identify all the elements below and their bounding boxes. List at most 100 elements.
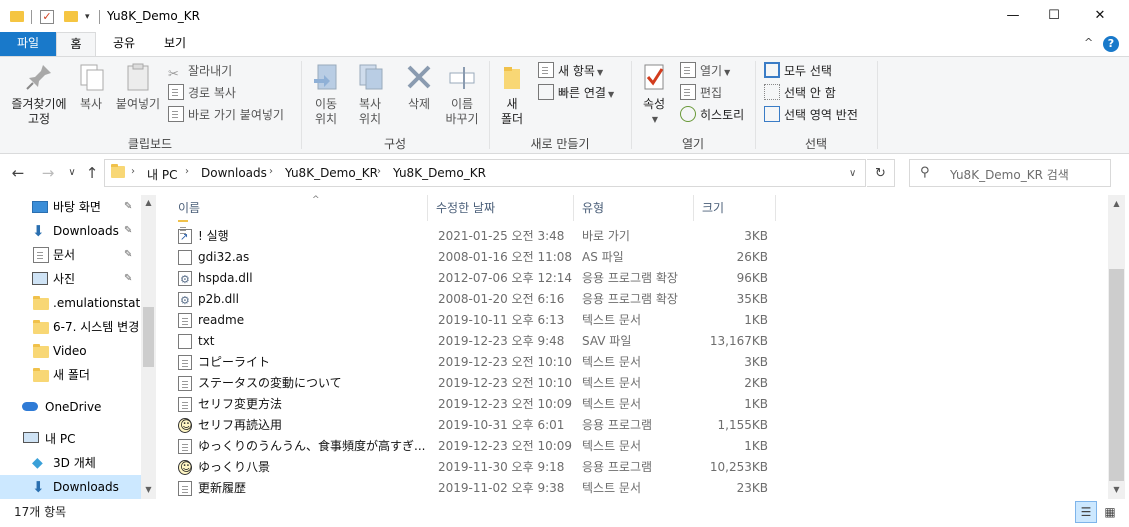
- close-button[interactable]: ✕: [1077, 0, 1123, 32]
- table-row[interactable]: セリフ変更方法 2019-12-23 오전 10:09 텍스트 문서 1KB: [172, 394, 772, 415]
- breadcrumb-item[interactable]: 내 PC: [147, 166, 177, 183]
- table-row[interactable]: hspda.dll 2012-07-06 오후 12:14 응용 프로그램 확장…: [172, 268, 772, 290]
- back-button[interactable]: ←: [8, 164, 28, 182]
- cut-button[interactable]: ✂ 잘라내기: [168, 61, 232, 82]
- scroll-down-icon[interactable]: ▼: [140, 485, 156, 494]
- table-row[interactable]: コピーライト 2019-12-23 오전 10:10 텍스트 문서 3KB: [172, 352, 772, 373]
- table-row[interactable]: readme 2019-10-11 오후 6:13 텍스트 문서 1KB: [172, 310, 772, 331]
- file-date: 2021-01-25 오전 3:48: [438, 229, 565, 243]
- table-row[interactable]: ! 실행 2021-01-25 오전 3:48 바로 가기 3KB: [172, 226, 772, 247]
- rename-button[interactable]: 이름 바꾸기: [442, 61, 482, 127]
- table-row[interactable]: ステータスの変動について 2019-12-23 오전 10:10 텍스트 문서 …: [172, 373, 772, 394]
- large-icons-view-button[interactable]: ▦: [1099, 501, 1121, 523]
- table-row[interactable]: gdi32.as 2008-01-16 오전 11:08 AS 파일 26KB: [172, 247, 772, 268]
- sidebar-item-this-pc[interactable]: 내 PC: [0, 427, 141, 451]
- folder-icon: [33, 320, 49, 334]
- file-list-scroll-thumb[interactable]: [1109, 269, 1124, 481]
- select-none-button[interactable]: 선택 안 함: [764, 83, 836, 103]
- new-folder-button[interactable]: 새 폴더: [494, 61, 530, 127]
- tab-view[interactable]: 보기: [152, 32, 198, 56]
- copy-button[interactable]: 복사: [74, 61, 108, 112]
- scroll-down-icon[interactable]: ▼: [1108, 485, 1125, 494]
- table-row[interactable]: 更新履歴 2019-11-02 오후 9:38 텍스트 문서 23KB: [172, 478, 772, 499]
- paste-shortcut-button[interactable]: 바로 가기 붙여넣기: [168, 105, 284, 125]
- breadcrumb-item[interactable]: Downloads: [201, 166, 267, 180]
- table-row[interactable]: セリフ再読込用 2019-10-31 오후 6:01 응용 프로그램 1,155…: [172, 415, 772, 436]
- sidebar-item-3d-objects[interactable]: ◆ 3D 개체: [0, 451, 141, 475]
- edit-button[interactable]: 편집: [680, 83, 722, 103]
- details-view-button[interactable]: ☰: [1075, 501, 1097, 523]
- sidebar-item-downloads-pc[interactable]: ⬇ Downloads: [0, 475, 141, 499]
- sidebar-item-onedrive[interactable]: OneDrive: [0, 395, 141, 419]
- select-all-button[interactable]: 모두 선택: [764, 61, 832, 81]
- paste-button[interactable]: 붙여넣기: [112, 61, 164, 112]
- column-header-type[interactable]: 유형: [576, 195, 694, 221]
- sidebar-scrollbar[interactable]: ▲ ▼: [141, 195, 156, 499]
- copy-path-button[interactable]: 경로 복사: [168, 83, 236, 103]
- sidebar-item-folder[interactable]: 새 폴더: [0, 363, 141, 387]
- collapse-ribbon-button[interactable]: ^: [1084, 36, 1093, 49]
- paste-shortcut-label: 바로 가기 붙여넣기: [188, 108, 284, 122]
- tab-file[interactable]: 파일: [0, 32, 56, 56]
- properties-quick-icon[interactable]: ✓: [40, 10, 54, 24]
- sidebar-item-label: 3D 개체: [53, 456, 96, 470]
- copy-to-button[interactable]: 복사 위치: [350, 61, 390, 127]
- breadcrumb-item[interactable]: Yu8K_Demo_KR: [393, 166, 486, 180]
- new-item-button[interactable]: 새 항목 ▼: [538, 61, 603, 81]
- open-button[interactable]: 열기 ▼: [680, 61, 730, 81]
- sidebar-item-documents[interactable]: 문서 ✎: [0, 243, 141, 267]
- help-icon[interactable]: ?: [1103, 36, 1119, 52]
- column-header-date[interactable]: 수정한 날짜: [430, 195, 574, 221]
- history-button[interactable]: 히스토리: [680, 105, 744, 125]
- large-icons-view-icon: ▦: [1104, 505, 1116, 519]
- sidebar-item-folder[interactable]: Video: [0, 339, 141, 363]
- pin-to-quick-access-button[interactable]: 즐겨찾기에 고정: [4, 61, 74, 127]
- file-type: 응용 프로그램 확장: [582, 292, 678, 306]
- table-row[interactable]: p2b.dll 2008-01-20 오전 6:16 응용 프로그램 확장 35…: [172, 289, 772, 311]
- sidebar-scroll-thumb[interactable]: [143, 307, 154, 367]
- new-folder-quick-icon[interactable]: [64, 11, 78, 22]
- invert-selection-button[interactable]: 선택 영역 반전: [764, 105, 858, 125]
- sidebar-item-folder[interactable]: .emulationstatio: [0, 291, 141, 315]
- sidebar-item-label: 새 폴더: [53, 368, 90, 382]
- column-header-name[interactable]: 이름 ^: [172, 195, 428, 221]
- table-row[interactable]: ゆっくりのうんうん、食事頻度が高すぎ... 2019-12-23 오전 10:0…: [172, 436, 772, 457]
- tab-share[interactable]: 공유: [101, 32, 147, 56]
- minimize-button[interactable]: —: [990, 0, 1036, 32]
- properties-button[interactable]: 속성 ▼: [636, 61, 672, 127]
- easy-access-button[interactable]: 빠른 연결 ▼: [538, 83, 614, 103]
- tab-home[interactable]: 홈: [56, 32, 96, 57]
- navigation-pane: 바탕 화면 ✎ ⬇ Downloads ✎ 문서 ✎ 사진 ✎ .emulati…: [0, 195, 156, 499]
- scroll-up-icon[interactable]: ▲: [1108, 199, 1125, 208]
- customize-quick-access-button[interactable]: ▾: [85, 12, 90, 28]
- table-row[interactable]: txt 2019-12-23 오후 9:48 SAV 파일 13,167KB: [172, 331, 772, 352]
- breadcrumb-item[interactable]: Yu8K_Demo_KR: [285, 166, 378, 180]
- rename-icon: [446, 61, 478, 93]
- column-header-size[interactable]: 크기: [696, 195, 776, 221]
- recent-locations-button[interactable]: ∨: [62, 167, 82, 178]
- move-to-button[interactable]: 이동 위치: [306, 61, 346, 127]
- table-row[interactable]: ゆっくり八景 2019-11-30 오후 9:18 응용 프로그램 10,253…: [172, 457, 772, 478]
- address-dropdown-button[interactable]: ∨: [849, 168, 856, 179]
- forward-button[interactable]: →: [38, 164, 58, 182]
- scroll-up-icon[interactable]: ▲: [140, 198, 156, 207]
- search-input[interactable]: ⚲ Yu8K_Demo_KR 검색: [909, 159, 1111, 187]
- file-list-scrollbar[interactable]: ▲ ▼: [1108, 195, 1125, 499]
- properties-icon: [638, 61, 670, 93]
- refresh-button[interactable]: ↻: [867, 159, 895, 187]
- chevron-down-icon: ▼: [607, 90, 615, 99]
- sidebar-item-downloads[interactable]: ⬇ Downloads ✎: [0, 219, 141, 243]
- chevron-down-icon: ▼: [596, 68, 604, 77]
- file-name: readme: [198, 313, 245, 327]
- sidebar-item-pictures[interactable]: 사진 ✎: [0, 267, 141, 291]
- pin-icon: ✎: [124, 225, 133, 236]
- sidebar-item-folder[interactable]: 6-7. 시스템 변경: [0, 315, 141, 339]
- file-name: コピーライト: [198, 355, 271, 369]
- maximize-button[interactable]: ☐: [1031, 0, 1077, 32]
- sidebar-item-desktop[interactable]: 바탕 화면 ✎: [0, 195, 141, 219]
- file-date: 2019-12-23 오전 10:09: [438, 397, 573, 411]
- up-button[interactable]: ↑: [82, 164, 102, 182]
- address-bar[interactable]: › 내 PC › Downloads › Yu8K_Demo_KR › Yu8K…: [104, 159, 866, 187]
- text-file-icon: [178, 397, 192, 412]
- delete-button[interactable]: 삭제: [400, 61, 438, 112]
